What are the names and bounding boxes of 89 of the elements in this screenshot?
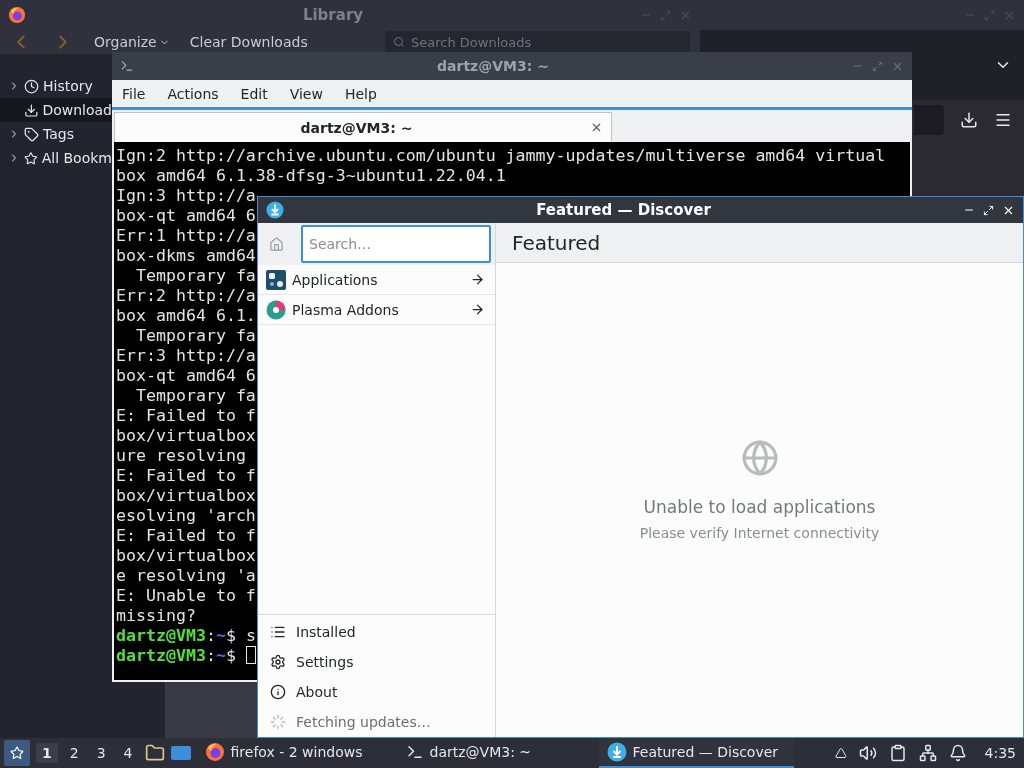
addons-icon <box>266 299 286 320</box>
home-icon[interactable] <box>269 236 284 252</box>
terminal-line: Ign:3 http://a <box>116 186 256 206</box>
nav-item[interactable]: Settings <box>258 647 495 677</box>
globe-icon <box>740 439 779 477</box>
download-icon[interactable] <box>960 111 978 129</box>
prompt-line: dartz@VM3:~$ <box>116 646 256 666</box>
organize-menu[interactable]: Organize <box>94 34 170 50</box>
close-icon[interactable] <box>590 121 603 134</box>
terminal-icon <box>405 743 424 761</box>
window-title: Library <box>301 6 365 24</box>
terminal-line: esolving 'arch <box>116 506 256 526</box>
terminal-line: E: Unable to f <box>116 586 256 606</box>
maximize-icon[interactable] <box>983 204 994 216</box>
tag-icon <box>24 126 39 142</box>
menu-item[interactable]: Help <box>344 85 377 102</box>
terminal-line: E: Failed to f <box>116 526 256 546</box>
terminal-line: missing? <box>116 606 196 626</box>
terminal-line: box amd64 6.1.38-dfsg-3~ubuntu1.22.04.1 <box>116 166 506 186</box>
sidebar-item[interactable]: Tags <box>0 122 112 146</box>
list-icon <box>270 624 286 640</box>
desktop-switch[interactable]: 4 <box>117 743 139 763</box>
sidebar-item[interactable]: History <box>0 74 112 98</box>
error-title: Unable to load applications <box>643 497 876 517</box>
terminal-line: box-qt amd64 6 <box>116 366 256 386</box>
sidebar-item[interactable]: Download <box>0 98 112 122</box>
desktop-switch[interactable]: 2 <box>63 743 85 763</box>
desktop-switch[interactable]: 1 <box>36 743 58 763</box>
terminal-line: Err:1 http://a <box>116 226 256 246</box>
terminal-line: E: Failed to f <box>116 466 256 486</box>
menu-item[interactable]: File <box>122 85 146 102</box>
nav-item[interactable]: About <box>258 677 495 707</box>
firefox-logo-icon <box>8 6 26 24</box>
task-button[interactable]: dartz@VM3: ~ <box>397 738 593 768</box>
search-field[interactable]: Search… <box>301 225 491 263</box>
terminal-line: box/virtualbox <box>116 546 256 566</box>
folder-icon[interactable] <box>144 743 165 763</box>
arrow-icon <box>470 302 485 317</box>
firefox-logo-icon <box>204 742 225 762</box>
terminal-line: box/virtualbox <box>116 486 256 506</box>
task-button[interactable]: firefox - 2 windows <box>196 738 392 768</box>
desktop-switch[interactable]: 3 <box>90 743 112 763</box>
terminal-line: box-dkms amd64 <box>116 246 256 266</box>
discover-icon <box>266 201 284 219</box>
nav-item[interactable]: Installed <box>258 617 495 647</box>
desktop-icon[interactable] <box>170 746 191 760</box>
page-title: Featured <box>496 223 1023 263</box>
discover-icon <box>606 742 627 762</box>
menu-item[interactable]: View <box>289 85 323 102</box>
clipboard-icon[interactable] <box>888 744 907 762</box>
terminal-line: box amd64 6.1. <box>116 306 256 326</box>
arrow-icon <box>470 272 485 287</box>
search-icon <box>393 36 405 48</box>
window-title: Featured — Discover <box>535 201 712 219</box>
task-button[interactable]: Featured — Discover <box>598 738 794 768</box>
error-detail: Please verify Internet connectivity <box>639 525 880 541</box>
start-button[interactable] <box>4 740 30 766</box>
network-icon[interactable] <box>918 744 937 762</box>
terminal-line: box/virtualbox <box>116 426 256 446</box>
volume-icon[interactable] <box>858 744 877 762</box>
terminal-line: Temporary fa <box>134 266 256 286</box>
star-icon <box>24 150 38 166</box>
window-title: dartz@VM3: ~ <box>436 58 550 74</box>
clock: 4:35 <box>984 745 1016 761</box>
download-icon <box>23 102 39 118</box>
terminal-line: ure resolving <box>116 446 246 466</box>
apps-icon <box>266 269 286 290</box>
menu-icon[interactable] <box>994 111 1012 129</box>
terminal-line: Ign:2 http://archive.ubuntu.com/ubuntu jammy-updates/multiverse amd64 virtual <box>116 146 886 166</box>
terminal-icon <box>120 59 134 73</box>
terminal-line: Err:3 http://a <box>116 346 256 366</box>
notifications-icon[interactable] <box>948 744 967 762</box>
terminal-line: e resolving 'a <box>116 566 256 586</box>
terminal-line: box-qt amd64 6 <box>116 206 256 226</box>
clock-icon <box>24 78 39 94</box>
settings-icon <box>270 654 286 670</box>
spinner-icon <box>270 714 286 730</box>
info-icon <box>270 684 286 700</box>
menu-item[interactable]: Edit <box>240 85 268 102</box>
terminal-line: Err:2 http://a <box>116 286 256 306</box>
star-icon <box>10 746 24 760</box>
prompt-line: dartz@VM3:~$ s <box>116 626 256 646</box>
triangle-icon[interactable] <box>834 747 847 759</box>
clear-downloads-button[interactable]: Clear Downloads <box>189 34 308 50</box>
terminal-line: Temporary fa <box>134 386 256 406</box>
terminal-line: Temporary fa <box>134 326 256 346</box>
sidebar-item[interactable]: All Bookm <box>0 146 112 170</box>
menu-item[interactable]: Actions <box>167 85 219 102</box>
terminal-line: E: Failed to f <box>116 406 256 426</box>
